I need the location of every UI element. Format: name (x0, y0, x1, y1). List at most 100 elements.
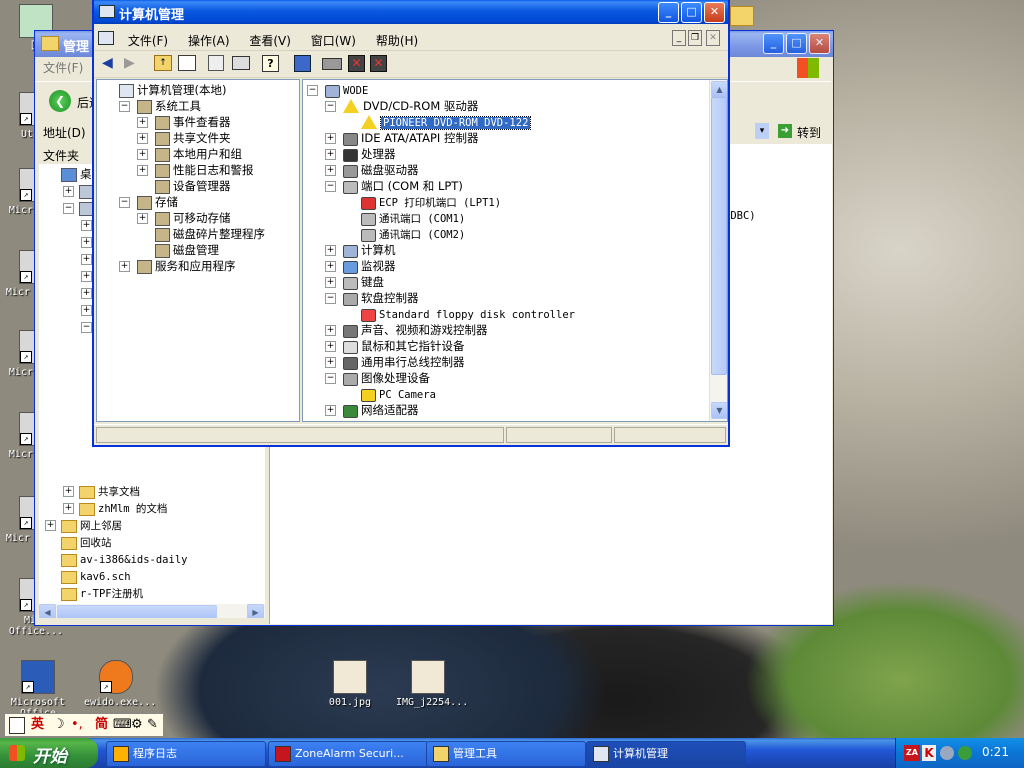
properties-icon[interactable] (208, 55, 224, 71)
collapse-icon[interactable]: − (325, 101, 336, 112)
device-label[interactable]: 图像处理设备 (361, 371, 430, 385)
device-tree-item[interactable]: − DVD/CD-ROM 驱动器 (325, 98, 478, 114)
expand-icon[interactable]: + (325, 261, 336, 272)
folder-label[interactable]: zhMlm 的文档 (98, 503, 167, 515)
tree-item-label[interactable]: 本地用户和组 (173, 147, 242, 161)
device-label[interactable]: 通讯端口 (COM1) (379, 213, 465, 225)
device-tree-item[interactable]: ECP 打印机端口 (LPT1) (343, 194, 501, 210)
tree-item[interactable]: + 可移动存储 (137, 210, 231, 226)
device-label[interactable]: 键盘 (361, 275, 384, 289)
device-tree-item[interactable]: Standard floppy disk controller (343, 306, 575, 322)
expand-icon[interactable]: + (325, 325, 336, 336)
minimize-button[interactable]: _ (658, 2, 679, 23)
expand-icon[interactable]: + (137, 117, 148, 128)
device-tree-item[interactable]: 通讯端口 (COM1) (343, 210, 465, 226)
tree-item-label[interactable]: 存储 (155, 195, 178, 209)
disable-device-icon[interactable]: ✕ (348, 55, 365, 72)
desktop-icon-label[interactable]: ewido.exe... (84, 697, 156, 708)
scroll-thumb[interactable] (57, 605, 217, 618)
taskbar-item[interactable]: 管理工具 (426, 741, 586, 767)
tree-item[interactable]: + 本地用户和组 (137, 146, 242, 162)
folder-tree-item[interactable]: + 共享文档 (63, 483, 140, 499)
device-label[interactable]: 磁盘驱动器 (361, 163, 419, 177)
menu-file[interactable]: 文件(F) (120, 30, 176, 51)
print-icon[interactable] (232, 56, 250, 70)
device-tree-item[interactable]: + IDE ATA/ATAPI 控制器 (325, 130, 478, 146)
help-icon[interactable]: ? (262, 55, 279, 72)
expand-icon[interactable]: + (63, 503, 74, 514)
close-button[interactable]: ✕ (809, 33, 830, 54)
expand-icon[interactable]: + (45, 520, 56, 531)
device-tree-item[interactable]: + 磁盘驱动器 (325, 162, 419, 178)
device-label[interactable]: WODE (343, 85, 368, 97)
tree-item[interactable]: 磁盘碎片整理程序 (137, 226, 265, 242)
expand-icon[interactable]: + (81, 305, 92, 316)
tree-item[interactable]: 磁盘管理 (137, 242, 219, 258)
tree-item-label[interactable]: 磁盘管理 (173, 243, 219, 257)
device-tree-item[interactable]: − 图像处理设备 (325, 370, 430, 386)
menu-window[interactable]: 窗口(W) (303, 30, 364, 51)
up-icon[interactable]: ↑ (154, 55, 172, 71)
expand-icon[interactable]: + (325, 165, 336, 176)
device-tree-item[interactable]: + 通用串行总线控制器 (325, 354, 465, 370)
address-dropdown[interactable]: ▾ (755, 123, 769, 139)
folder-label[interactable]: r-TPF注册机 (80, 588, 143, 600)
folder-tree-item[interactable]: 回收站 (45, 534, 112, 550)
expand-icon[interactable]: + (137, 213, 148, 224)
device-label[interactable]: 鼠标和其它指针设备 (361, 339, 465, 353)
console-tree-pane[interactable]: 计算机管理(本地) − 系统工具 + 事件查看器 + 共享文件夹 + 本地用户和组 + 性能日志和警… (96, 79, 300, 422)
desktop-shortcut[interactable]: ↗ ewido.exe... (84, 660, 156, 708)
expand-icon[interactable]: + (63, 486, 74, 497)
clock[interactable]: 0:21 (982, 745, 1009, 759)
tree-item-label[interactable]: 性能日志和警报 (173, 163, 254, 177)
folder-label[interactable]: av-i386&ids-daily (80, 554, 187, 566)
help-icon[interactable]: ✎ (147, 714, 158, 736)
vertical-scrollbar[interactable]: ▲ ▼ (709, 80, 727, 421)
scroll-left-button[interactable]: ◀ (39, 604, 56, 618)
collapse-icon[interactable]: − (325, 293, 336, 304)
scan-hardware-icon[interactable] (322, 58, 342, 70)
tree-item-label[interactable]: 磁盘碎片整理程序 (173, 227, 265, 241)
tree-item-label[interactable]: 事件查看器 (173, 115, 231, 129)
device-label[interactable]: PC Camera (379, 389, 436, 401)
expand-icon[interactable]: + (81, 220, 92, 231)
device-label[interactable]: 处理器 (361, 147, 396, 161)
device-label[interactable]: 网络适配器 (361, 403, 419, 417)
tree-item-label[interactable]: 系统工具 (155, 99, 201, 113)
desktop-shortcut[interactable]: IMG_j2254... (396, 660, 468, 708)
folder-tree-item[interactable]: r-TPF注册机 (45, 585, 143, 601)
device-tree-item[interactable]: + 网络适配器 (325, 402, 419, 418)
device-tree-item[interactable]: + 鼠标和其它指针设备 (325, 338, 465, 354)
expand-icon[interactable]: + (325, 341, 336, 352)
device-label[interactable]: 计算机 (361, 243, 396, 257)
device-label[interactable]: DVD/CD-ROM 驱动器 (363, 99, 478, 113)
zonealarm-tray-icon[interactable]: ZA (904, 745, 920, 761)
tree-item[interactable]: 计算机管理(本地) (101, 82, 226, 98)
device-label[interactable]: 声音、视频和游戏控制器 (361, 323, 488, 337)
folder-tree-item[interactable]: av-i386&ids-daily (45, 551, 187, 567)
expand-icon[interactable]: + (119, 261, 130, 272)
folder-label[interactable]: 共享文档 (98, 486, 140, 498)
moon-icon[interactable]: ☽ (53, 714, 65, 736)
expand-icon[interactable]: + (63, 186, 74, 197)
device-label[interactable]: 通用串行总线控制器 (361, 355, 465, 369)
ime-mode[interactable]: 简 (95, 714, 108, 736)
folder-tree-item[interactable]: + zhMlm 的文档 (63, 500, 167, 516)
device-label[interactable]: 监视器 (361, 259, 396, 273)
tree-item-label[interactable]: 可移动存储 (173, 211, 231, 225)
device-tree-item[interactable]: + 键盘 (325, 274, 384, 290)
device-label[interactable]: 通讯端口 (COM2) (379, 229, 465, 241)
uninstall-device-icon[interactable]: ✕ (370, 55, 387, 72)
expand-icon[interactable]: + (137, 165, 148, 176)
tree-item-label[interactable]: 服务和应用程序 (155, 259, 236, 273)
desktop-icon-label[interactable]: 001.jpg (318, 697, 382, 708)
tree-item[interactable]: + 服务和应用程序 (119, 258, 236, 274)
antivirus-tray-icon[interactable]: K (922, 745, 936, 761)
expand-icon[interactable]: + (81, 271, 92, 282)
device-tree-item[interactable]: 通讯端口 (COM2) (343, 226, 465, 242)
device-label[interactable]: PIONEER DVD-ROM DVD-122 (379, 116, 532, 130)
expand-icon[interactable]: + (325, 149, 336, 160)
expand-icon[interactable]: + (81, 254, 92, 265)
keyboard-icon[interactable]: ⌨ (113, 714, 132, 736)
folder-label[interactable]: 回收站 (80, 537, 112, 549)
